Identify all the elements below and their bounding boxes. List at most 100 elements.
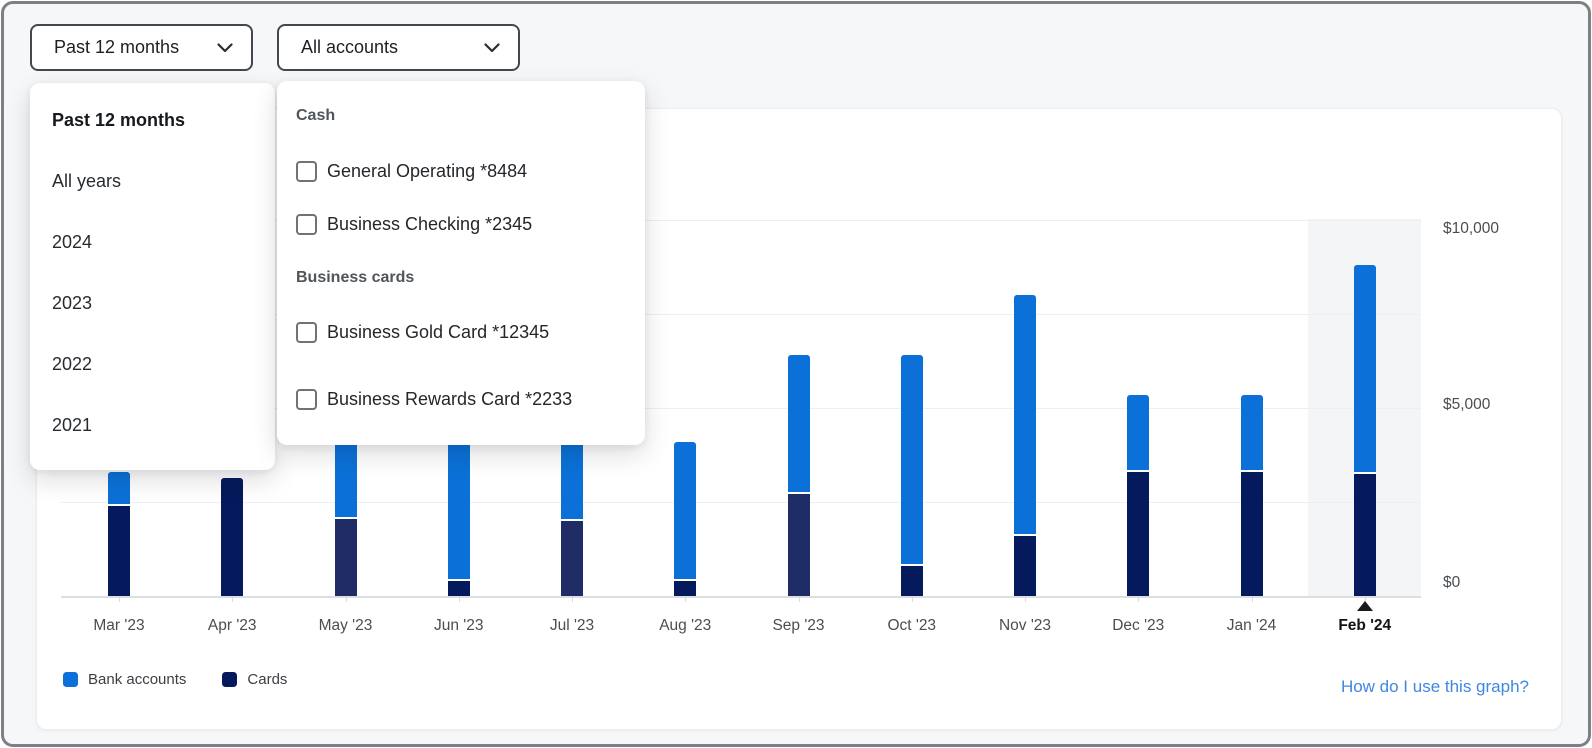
axis-tickmark [685, 597, 687, 602]
account-checkbox[interactable] [296, 388, 317, 410]
axis-tickmark [345, 597, 347, 602]
x-axis-label: Aug '23 [659, 617, 712, 634]
bar-segment-cards[interactable] [221, 477, 244, 596]
bar-segment-bank-accounts[interactable] [561, 441, 583, 519]
bar-segment-bank-accounts[interactable] [1127, 394, 1150, 470]
bar-segment-bank-accounts[interactable] [108, 471, 130, 504]
legend-item: Cards [222, 671, 287, 688]
bar-segment-cards[interactable] [1240, 471, 1263, 596]
legend-swatch [222, 672, 238, 687]
bar-segment-cards[interactable] [108, 505, 130, 596]
bar-segment-bank-accounts[interactable] [1240, 394, 1263, 470]
bar-column[interactable] [108, 471, 130, 596]
x-axis-label: Jan '24 [1226, 617, 1277, 634]
account-option-label: Business Rewards Card *2233 [327, 388, 573, 409]
bar-column[interactable] [1353, 265, 1376, 596]
bar-segment-cards[interactable] [561, 520, 583, 596]
app-window: $10,000 $5,000 $0 Mar '23 Apr '23 May '23 Jun … [0, 0, 1592, 748]
bar-segment-cards[interactable] [1353, 473, 1376, 596]
x-axis-label: Jun '23 [434, 617, 484, 634]
account-option-label: Business Checking *2345 [327, 213, 533, 234]
x-axis-label: Apr '23 [207, 617, 257, 634]
bar-column[interactable] [334, 441, 357, 596]
period-menu-item[interactable]: 2021 [30, 395, 275, 456]
x-axis-line [61, 596, 1421, 598]
account-option[interactable]: Business Checking *2345 [296, 206, 633, 242]
accounts-dropdown-menu: Cash General Operating *8484 Business Chec… [277, 81, 645, 445]
axis-tickmark [458, 597, 460, 602]
accounts-filter-button[interactable]: All accounts [277, 24, 520, 71]
account-checkbox[interactable] [296, 213, 317, 235]
axis-tickmark [911, 597, 913, 602]
account-checkbox[interactable] [296, 321, 317, 343]
bar-column[interactable] [674, 441, 697, 596]
bar-segment-cards[interactable] [787, 494, 810, 596]
y-axis-label: $0 [1443, 574, 1461, 591]
axis-tickmark [1138, 597, 1140, 602]
bar-column[interactable] [900, 355, 923, 596]
period-menu-item[interactable]: Past 12 months [30, 90, 275, 151]
period-filter-button[interactable]: Past 12 months [30, 24, 253, 71]
y-axis-label: $5,000 [1443, 396, 1491, 413]
bar-segment-bank-accounts[interactable] [447, 441, 470, 579]
legend-swatch [63, 672, 78, 687]
bar-column[interactable] [1127, 394, 1150, 596]
period-menu-item[interactable]: 2022 [30, 334, 275, 395]
account-option-label: General Operating *8484 [327, 160, 528, 181]
axis-tickmark [1251, 597, 1253, 602]
period-menu-item[interactable]: 2023 [30, 273, 275, 334]
account-checkbox[interactable] [296, 160, 317, 182]
current-month-marker-icon [1356, 601, 1373, 611]
chart-legend: Bank accounts Cards [63, 671, 287, 688]
bar-segment-bank-accounts[interactable] [900, 355, 923, 564]
bar-segment-cards[interactable] [1014, 535, 1036, 596]
bar-segment-bank-accounts[interactable] [787, 355, 810, 493]
x-axis-label: Dec '23 [1112, 617, 1165, 634]
x-axis-label: Jul '23 [549, 617, 595, 634]
legend-label: Bank accounts [88, 671, 187, 688]
x-axis-label: Feb '24 [1338, 617, 1392, 634]
bar-column[interactable] [787, 355, 810, 596]
period-menu-item[interactable]: All years [30, 151, 275, 212]
bar-segment-cards[interactable] [334, 518, 357, 596]
accounts-filter-label: All accounts [301, 37, 399, 57]
bar-segment-bank-accounts[interactable] [1353, 265, 1376, 472]
bar-column[interactable] [1240, 394, 1263, 596]
account-option[interactable]: General Operating *8484 [296, 153, 633, 189]
axis-tickmark [119, 597, 120, 602]
accounts-section-header: Business cards [296, 269, 415, 286]
x-axis-label: Mar '23 [93, 617, 145, 634]
y-axis-label: $10,000 [1443, 220, 1500, 237]
bar-column[interactable] [447, 441, 470, 596]
help-link[interactable]: How do I use this graph? [1341, 677, 1529, 697]
x-axis-label: May '23 [318, 617, 373, 634]
x-axis-label: Sep '23 [772, 617, 825, 634]
period-menu-item[interactable]: 2024 [30, 212, 275, 273]
gridline [61, 502, 1421, 503]
axis-tickmark [798, 597, 800, 602]
account-option[interactable]: Business Gold Card *12345 [296, 314, 633, 350]
account-option[interactable]: Business Rewards Card *2233 [296, 381, 633, 417]
bar-segment-bank-accounts[interactable] [334, 441, 357, 517]
x-axis-label: Oct '23 [887, 617, 937, 634]
bar-column[interactable] [221, 477, 244, 596]
bar-segment-cards[interactable] [900, 565, 923, 596]
bar-segment-bank-accounts[interactable] [1014, 295, 1036, 534]
axis-tickmark [1025, 597, 1026, 602]
legend-label: Cards [247, 671, 288, 688]
chevron-down-icon [217, 42, 233, 52]
period-dropdown-menu: Past 12 months All years 2024 2023 2022 2021 [30, 83, 275, 470]
chevron-down-icon [484, 42, 500, 52]
bar-segment-cards[interactable] [447, 580, 470, 596]
account-option-label: Business Gold Card *12345 [327, 321, 550, 342]
bar-segment-cards[interactable] [674, 580, 697, 596]
axis-tickmark [232, 597, 234, 602]
bar-column[interactable] [561, 441, 583, 596]
bar-segment-bank-accounts[interactable] [674, 441, 697, 579]
accounts-section-header: Cash [296, 107, 336, 124]
period-filter-label: Past 12 months [54, 37, 180, 57]
bar-segment-cards[interactable] [1127, 471, 1150, 596]
x-axis-label: Nov '23 [998, 617, 1052, 634]
bar-column[interactable] [1014, 295, 1036, 596]
legend-item: Bank accounts [63, 671, 186, 688]
